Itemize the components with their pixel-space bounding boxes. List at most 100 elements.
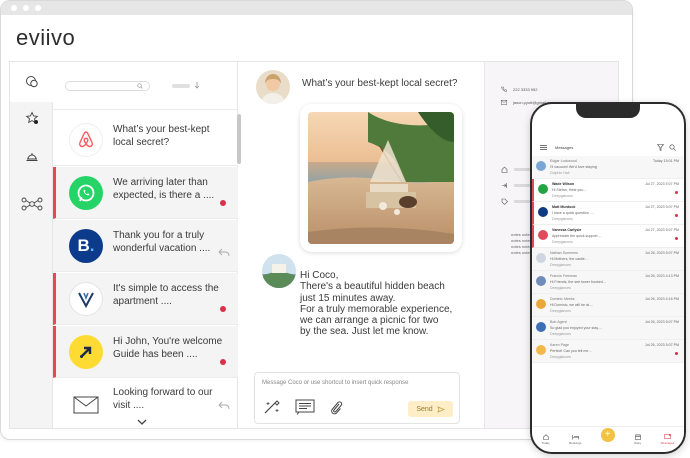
reply-line: Hi Coco,: [300, 270, 339, 281]
unread-dot: [220, 359, 226, 365]
mobile-list-item[interactable]: Edgar Lockwood I'll vacuum! We'd love st…: [532, 156, 684, 179]
email-small-icon: [501, 100, 507, 105]
unread-dot: [220, 306, 226, 312]
nav-messages[interactable]: Messages: [661, 434, 674, 445]
host-avatar: [262, 254, 296, 288]
nav-today[interactable]: Today: [542, 434, 550, 445]
property-name: Deepglances: [552, 217, 573, 221]
channel-logo: [536, 161, 546, 171]
composer-placeholder[interactable]: Message Coco or use shortcut to insert q…: [262, 380, 408, 386]
chat-bubbles-icon: [25, 76, 38, 88]
nav-reviews[interactable]: [10, 98, 53, 138]
conversation-item[interactable]: Looking forward to our visit ....: [53, 379, 238, 428]
mobile-list-item[interactable]: Dominic Meeks Hi Dominic, we will be at.…: [532, 294, 684, 317]
chevron-down-icon[interactable]: [137, 419, 147, 425]
mobile-list-item[interactable]: Vanessa Carlysle Appreciate the quick su…: [532, 225, 684, 248]
nav-bookings[interactable]: Bookings: [569, 434, 581, 445]
unread-dot: [675, 352, 678, 355]
booking-icon: B.: [69, 229, 103, 263]
reply-line: For a truly memorable experience,: [300, 303, 453, 315]
message-preview: Perfect! Can you tell me ...: [550, 349, 593, 353]
conversation-preview: Looking forward to our visit ....: [113, 387, 213, 411]
guest-name: Edgar Lockwood: [550, 159, 577, 163]
booking-icon: [538, 207, 548, 217]
nav-integrations[interactable]: [10, 184, 53, 224]
messages-icon: [664, 434, 671, 439]
mobile-list-item[interactable]: Wade Wilson Hi Stefan, think you... Deep…: [532, 179, 684, 202]
window-dot[interactable]: [35, 5, 41, 11]
message-preview: Hi Mothers, the castle...: [550, 257, 588, 261]
guest-name: Dominic Meeks: [550, 297, 575, 301]
add-button[interactable]: +: [600, 427, 615, 442]
mobile-bottom-nav: Today Bookings + Diary Messages: [532, 426, 684, 452]
mobile-list-item[interactable]: Bob Agent So glad you enjoyed your stay.…: [532, 317, 684, 340]
whatsapp-icon: [538, 184, 548, 194]
star-icon: [25, 111, 38, 124]
home-icon: [501, 166, 508, 173]
expedia-icon: [69, 335, 103, 369]
conversation-item[interactable]: B. Thank you for a truly wonderful vacat…: [53, 220, 238, 272]
mobile-list-item[interactable]: Francis Freeman Hi Friends, the see towe…: [532, 271, 684, 294]
nav-add[interactable]: +: [600, 427, 615, 442]
message-time: Jul 27, 2023 5:07 PM: [645, 228, 679, 232]
guest-message: What’s your best-kept local secret?: [302, 78, 458, 89]
magic-wand-icon[interactable]: [263, 399, 281, 415]
guest-phone[interactable]: 222 3333 952: [501, 86, 537, 92]
service-bell-icon: [26, 153, 37, 161]
message-preview: Hi Friends, the see tower booked...: [550, 280, 606, 284]
property-name: Deepglances: [550, 309, 571, 313]
property-name: Deepglances: [552, 240, 573, 244]
message-time: Jul 26, 2023 5:07 PM: [645, 320, 679, 324]
paperclip-icon[interactable]: [329, 399, 343, 415]
menu-icon[interactable]: [540, 144, 547, 150]
search-input[interactable]: [65, 80, 150, 91]
booking-icon: [536, 322, 546, 332]
guest-avatar: [256, 70, 290, 104]
guest-name: Nathan Summers: [550, 251, 578, 255]
reply-line: just 15 minutes away.: [300, 292, 396, 304]
conversation-item[interactable]: What’s your best-kept local secret?: [53, 114, 238, 166]
airbnb-icon: [538, 230, 548, 240]
message-composer[interactable]: Message Coco or use shortcut to insert q…: [254, 372, 460, 424]
list-scrollbar[interactable]: [237, 114, 241, 164]
filter-icon[interactable]: [657, 143, 664, 151]
conversation-item[interactable]: Hi John, You're welcome Guide has been .…: [53, 326, 238, 378]
guest-name: Vanessa Carlysle: [552, 228, 582, 232]
conversation-preview: It's simple to access the apartment ....: [113, 283, 219, 307]
window-dot[interactable]: [11, 5, 17, 11]
sort-label-placeholder: [172, 83, 190, 88]
guest-name: Wade Wilson: [552, 182, 575, 186]
message-time: Jul 26, 2023 4:13 PM: [645, 274, 679, 278]
nav-label: Bookings: [569, 441, 582, 445]
search-icon[interactable]: [669, 143, 676, 151]
whatsapp-icon: [69, 176, 103, 210]
window-dot[interactable]: [23, 5, 29, 11]
mobile-list-item[interactable]: Matt Murdock I have a quick question ...…: [532, 202, 684, 225]
send-button[interactable]: Send: [408, 401, 453, 417]
home-icon: [542, 434, 549, 440]
inbox-toolbar: [53, 62, 237, 110]
reply-line: There's a beautiful hidden beach: [300, 281, 445, 293]
network-icon: [21, 197, 42, 211]
reply-icon: [218, 401, 230, 410]
nav-diary[interactable]: Diary: [634, 434, 641, 445]
reply-icon: [218, 248, 230, 257]
conversation-item[interactable]: We arriving later than expected, is ther…: [53, 167, 238, 219]
template-icon[interactable]: [295, 399, 315, 415]
send-label: Send: [416, 405, 433, 413]
unread-dot: [675, 237, 678, 240]
sort-down-icon: [194, 82, 200, 89]
sort-control[interactable]: [172, 82, 200, 89]
tag-icon: [501, 198, 508, 205]
conversation-item[interactable]: It's simple to access the apartment ....: [53, 273, 238, 325]
nav-concierge[interactable]: [10, 136, 53, 176]
composer-tools: [263, 399, 343, 415]
mobile-list-item[interactable]: Nathan Summers Hi Mothers, the castle...…: [532, 248, 684, 271]
mobile-list-item[interactable]: Karen Page Perfect! Can you tell me ... …: [532, 340, 684, 363]
phone-icon: [501, 86, 507, 92]
expedia-icon: [536, 299, 546, 309]
property-name: Deepglances: [550, 286, 571, 290]
photo-message[interactable]: [300, 104, 462, 252]
nav-messages[interactable]: [10, 62, 53, 102]
conversation-list: What’s your best-kept local secret? We a…: [53, 62, 238, 428]
